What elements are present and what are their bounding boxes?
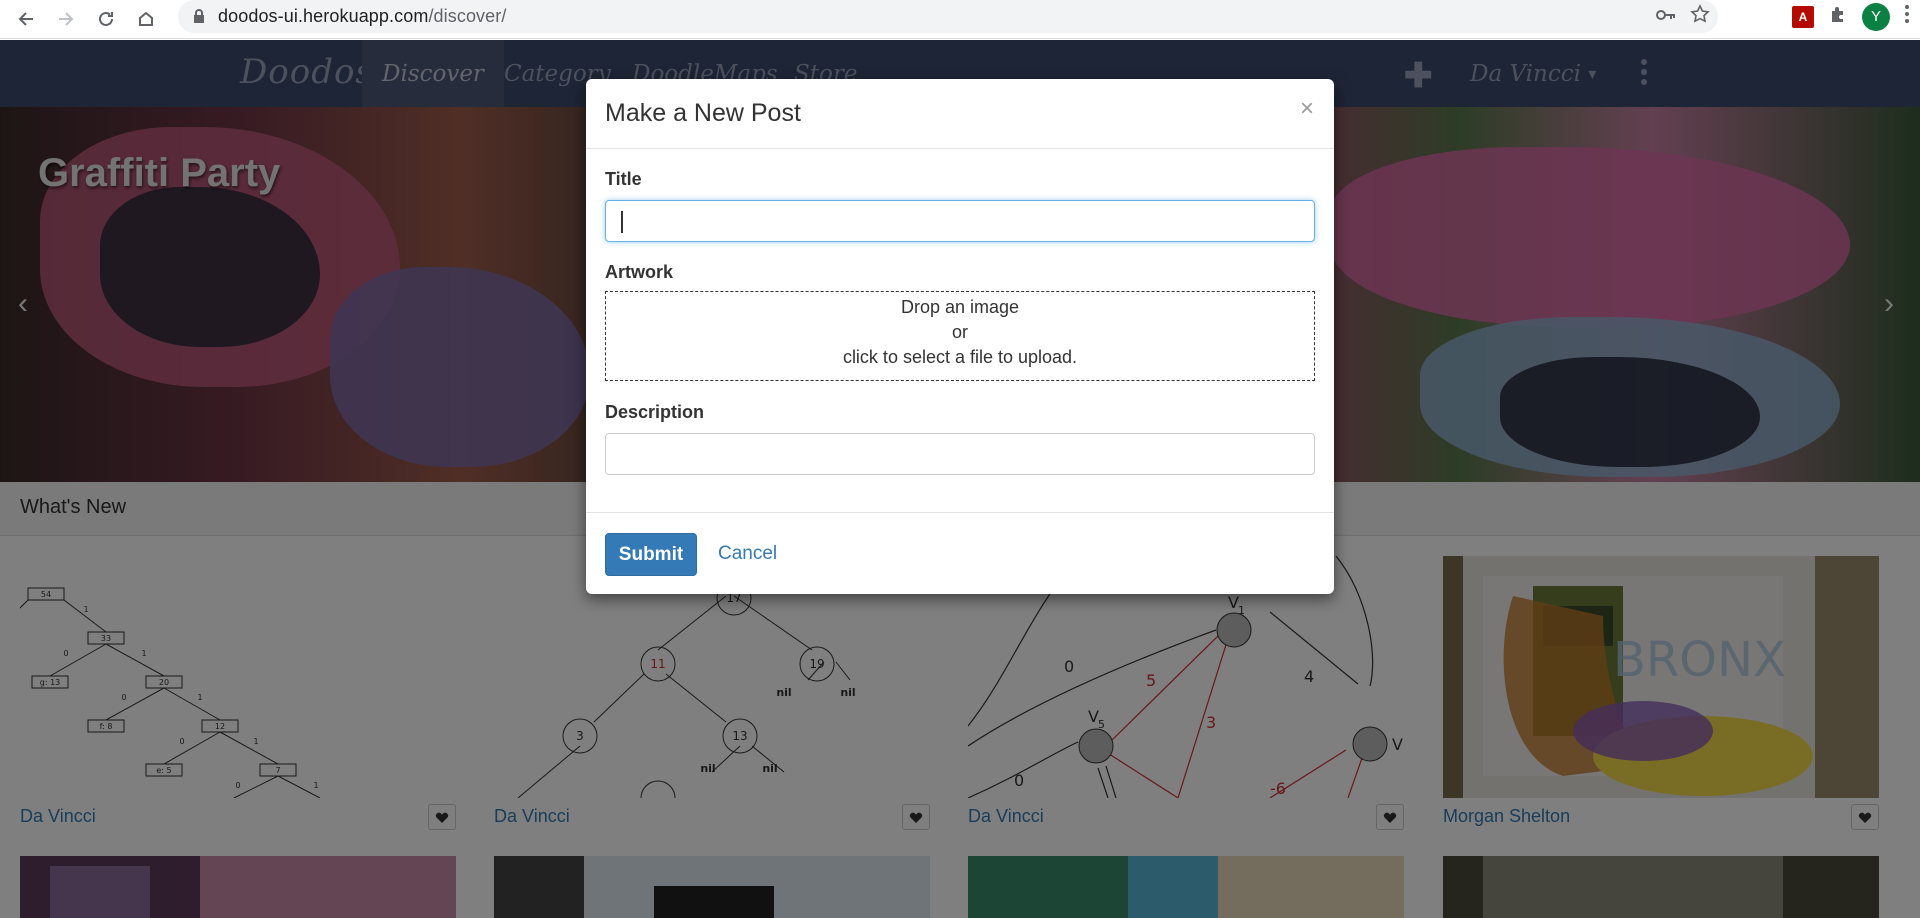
title-label: Title	[605, 169, 642, 189]
url-host: doodos-ui.herokuapp.com	[218, 6, 429, 26]
address-bar[interactable]: doodos-ui.herokuapp.com/discover/	[178, 0, 1718, 33]
dropzone-line: click to select a file to upload.	[842, 347, 1078, 367]
back-icon[interactable]	[6, 3, 46, 35]
cancel-button[interactable]: Cancel	[718, 543, 777, 565]
modal-title: Make a New Post	[605, 99, 801, 127]
reload-icon[interactable]	[86, 3, 126, 35]
new-post-modal: Make a New Post × Title Artwork Drop an …	[586, 79, 1334, 594]
chrome-menu-icon[interactable]	[1904, 4, 1910, 29]
url-text: doodos-ui.herokuapp.com/discover/	[218, 6, 506, 27]
artwork-dropzone[interactable]: Drop an image or click to select a file …	[605, 291, 1315, 381]
dropzone-line: Drop an image	[900, 297, 1020, 317]
lock-icon	[192, 9, 206, 25]
pdf-extension-icon[interactable]: A	[1792, 5, 1814, 28]
profile-avatar[interactable]: Y	[1862, 2, 1890, 31]
description-input[interactable]	[605, 433, 1315, 475]
modal-header: Make a New Post ×	[586, 79, 1334, 149]
title-input[interactable]	[605, 200, 1315, 242]
browser-toolbar: doodos-ui.herokuapp.com/discover/ A Y	[0, 0, 1920, 39]
forward-icon[interactable]	[46, 3, 86, 35]
key-icon[interactable]	[1656, 8, 1676, 26]
submit-button[interactable]: Submit	[605, 533, 697, 576]
text-cursor	[621, 211, 623, 233]
url-path: /discover/	[428, 6, 507, 26]
close-icon[interactable]: ×	[1300, 95, 1314, 123]
dropzone-line: or	[951, 322, 968, 342]
extensions-icon[interactable]	[1828, 4, 1848, 29]
description-label: Description	[605, 402, 705, 422]
artwork-label: Artwork	[605, 262, 674, 282]
star-icon[interactable]	[1690, 4, 1710, 29]
home-icon[interactable]	[126, 3, 166, 35]
modal-footer: Submit Cancel	[586, 512, 1334, 594]
